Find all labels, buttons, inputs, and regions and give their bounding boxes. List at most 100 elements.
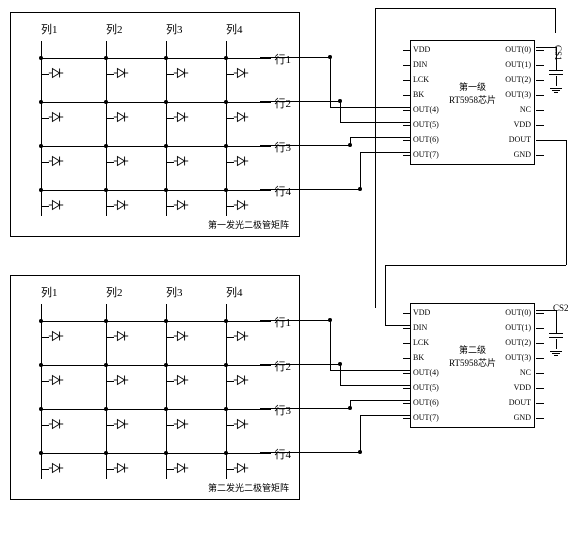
grid-line	[41, 58, 271, 59]
pin-stub	[403, 125, 411, 126]
wire	[226, 469, 234, 470]
wire	[536, 47, 556, 48]
junction-dot	[104, 144, 108, 148]
wire	[260, 145, 350, 146]
led-diode-icon	[47, 108, 65, 126]
wire	[106, 146, 107, 162]
junction-dot	[164, 56, 168, 60]
col-label: 列4	[226, 284, 243, 300]
junction-dot	[164, 188, 168, 192]
junction-dot	[224, 451, 228, 455]
led-diode-icon	[112, 459, 130, 477]
wire	[226, 409, 227, 425]
wire	[330, 57, 331, 107]
chip-pin-label: OUT(0)	[491, 308, 531, 317]
pin-stub	[536, 418, 544, 419]
pin-stub	[536, 358, 544, 359]
wire	[226, 118, 234, 119]
wire	[260, 364, 340, 365]
junction-dot	[338, 362, 342, 366]
junction-dot	[164, 319, 168, 323]
wire	[166, 118, 174, 119]
wire	[226, 58, 227, 74]
junction-dot	[164, 407, 168, 411]
chip-1: 第一级 RT5958芯片 VDDDINLCKBKOUT(4)OUT(5)OUT(…	[410, 40, 535, 165]
led-diode-icon	[232, 459, 250, 477]
chip-pin-label: VDD	[491, 383, 531, 392]
grid-line	[41, 409, 271, 410]
led-diode-icon	[47, 415, 65, 433]
wire	[226, 381, 234, 382]
chip-pin-label: LCK	[413, 75, 448, 84]
led-diode-icon	[172, 371, 190, 389]
chip-pin-label: VDD	[413, 45, 448, 54]
wire	[106, 74, 114, 75]
wire	[330, 107, 410, 108]
pin-stub	[403, 155, 411, 156]
wire	[41, 162, 49, 163]
junction-dot	[104, 363, 108, 367]
junction-dot	[39, 56, 43, 60]
junction-dot	[104, 100, 108, 104]
wire	[330, 320, 331, 370]
wire	[166, 74, 174, 75]
led-matrix-1: 第一发光二极管矩阵 列1 列2 列3 列4 行1 行2 行3 行4	[10, 12, 300, 237]
chip-pin-label: DOUT	[491, 398, 531, 407]
pin-stub	[536, 50, 544, 51]
wire	[41, 321, 42, 337]
chip-1-title-line2: RT5958芯片	[449, 93, 496, 106]
led-diode-icon	[112, 196, 130, 214]
wire	[226, 365, 227, 381]
wire	[166, 190, 167, 206]
chip-pin-label: OUT(1)	[491, 60, 531, 69]
chip-pin-label: NC	[491, 368, 531, 377]
junction-dot	[224, 188, 228, 192]
wire	[536, 310, 556, 311]
chip-pin-label: BK	[413, 353, 448, 362]
wire	[166, 102, 167, 118]
junction-dot	[39, 407, 43, 411]
led-diode-icon	[232, 152, 250, 170]
pin-stub	[403, 110, 411, 111]
wire	[556, 47, 557, 70]
wire	[385, 265, 566, 266]
chip-pin-label: OUT(4)	[413, 368, 448, 377]
wire	[340, 385, 410, 386]
junction-dot	[39, 451, 43, 455]
wire	[41, 58, 42, 74]
pin-stub	[403, 50, 411, 51]
junction-dot	[224, 100, 228, 104]
wire	[226, 453, 227, 469]
wire	[106, 337, 114, 338]
junction-dot	[224, 144, 228, 148]
matrix-2-label: 第二发光二极管矩阵	[208, 481, 289, 494]
wire	[41, 102, 42, 118]
chip-pin-label: NC	[491, 105, 531, 114]
grid-line	[41, 102, 271, 103]
led-diode-icon	[47, 327, 65, 345]
led-diode-icon	[232, 64, 250, 82]
chip-pin-label: OUT(0)	[491, 45, 531, 54]
wire	[41, 118, 49, 119]
col-label: 列3	[166, 284, 183, 300]
led-diode-icon	[232, 371, 250, 389]
wire	[226, 206, 234, 207]
wire	[340, 364, 341, 385]
led-diode-icon	[112, 327, 130, 345]
chip-1-title-line1: 第一级	[449, 80, 496, 93]
chip-pin-label: VDD	[413, 308, 448, 317]
junction-dot	[348, 143, 352, 147]
row-label: 行4	[275, 183, 292, 199]
junction-dot	[224, 56, 228, 60]
chip-pin-label: DIN	[413, 323, 448, 332]
led-diode-icon	[112, 152, 130, 170]
led-diode-icon	[47, 196, 65, 214]
row-label: 行2	[275, 358, 292, 374]
wire	[226, 190, 227, 206]
chip-pin-label: DIN	[413, 60, 448, 69]
junction-dot	[328, 318, 332, 322]
col-label: 列4	[226, 21, 243, 37]
junction-dot	[358, 187, 362, 191]
wire	[166, 321, 167, 337]
row-label: 行3	[275, 402, 292, 418]
